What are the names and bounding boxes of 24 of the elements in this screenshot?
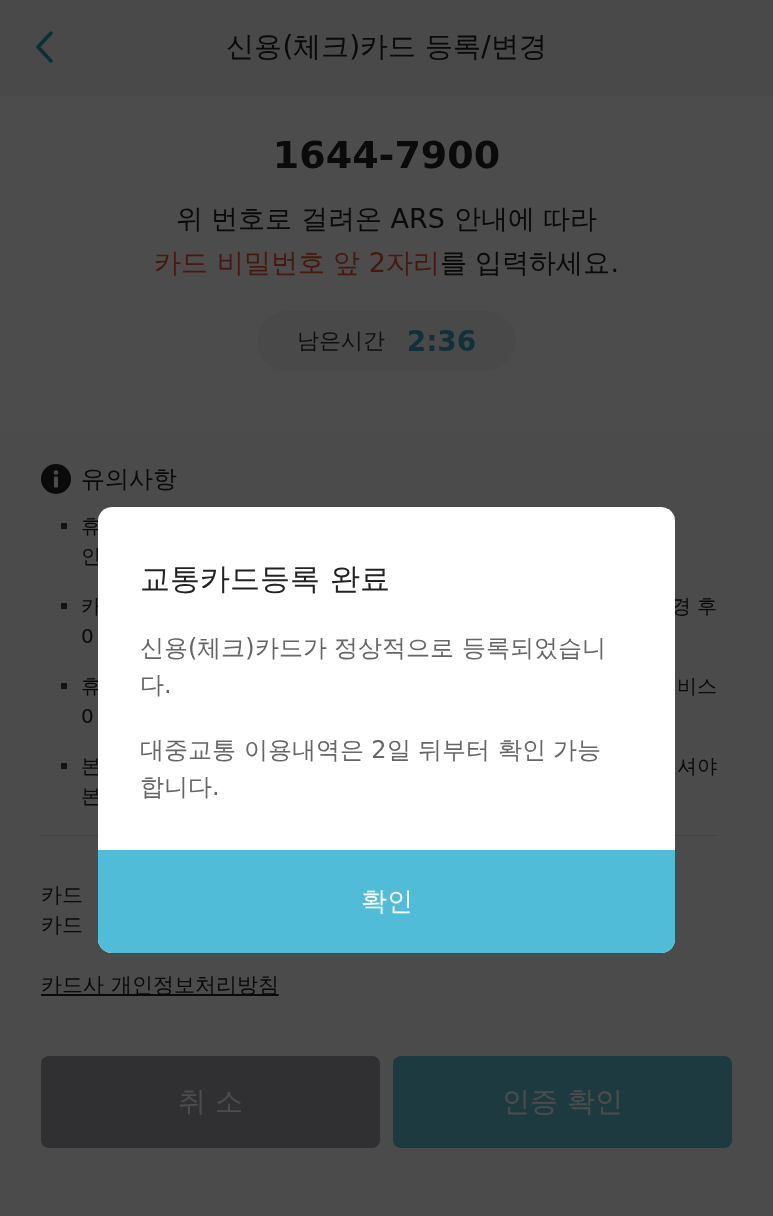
dialog-message: 대중교통 이용내역은 2일 뒤부터 확인 가능합니다.: [140, 735, 603, 803]
page-title: 신용(체크)카드 등록/변경: [226, 28, 547, 65]
instruction-text: 카드 비밀번호 앞 2자리를 입력하세요.: [153, 246, 620, 280]
privacy-policy-link[interactable]: 카드사 개인정보처리방침: [41, 973, 279, 997]
card-info-text: 카드: [41, 882, 83, 909]
notes-heading: 유의사항: [81, 464, 177, 495]
instruction-text: 위 번호로 걸려온 ARS 안내에 따라: [175, 202, 598, 236]
note-text: 인: [81, 543, 101, 570]
note-text: 비스: [677, 673, 717, 700]
note-text: 0: [81, 703, 94, 730]
note-text: 본: [81, 753, 101, 780]
timer-label: 남은시간: [296, 327, 385, 355]
card-info-text: 카드: [41, 912, 83, 939]
note-text: 휴: [81, 673, 101, 700]
dialog-message: 신용(체크)카드가 정상적으로 등록되었습니다.: [140, 633, 607, 701]
confirm-button[interactable]: 확인: [98, 850, 675, 953]
note-text: 카: [81, 593, 101, 620]
note-text: 휴: [81, 513, 101, 540]
note-text: 0: [81, 623, 94, 650]
note-text: 본: [81, 783, 101, 810]
note-text: 셔야: [677, 753, 717, 780]
phone-number: 1644-7900: [272, 133, 501, 177]
dialog-title: 교통카드등록 완료: [140, 560, 391, 598]
timer-value: 2:36: [406, 324, 477, 358]
